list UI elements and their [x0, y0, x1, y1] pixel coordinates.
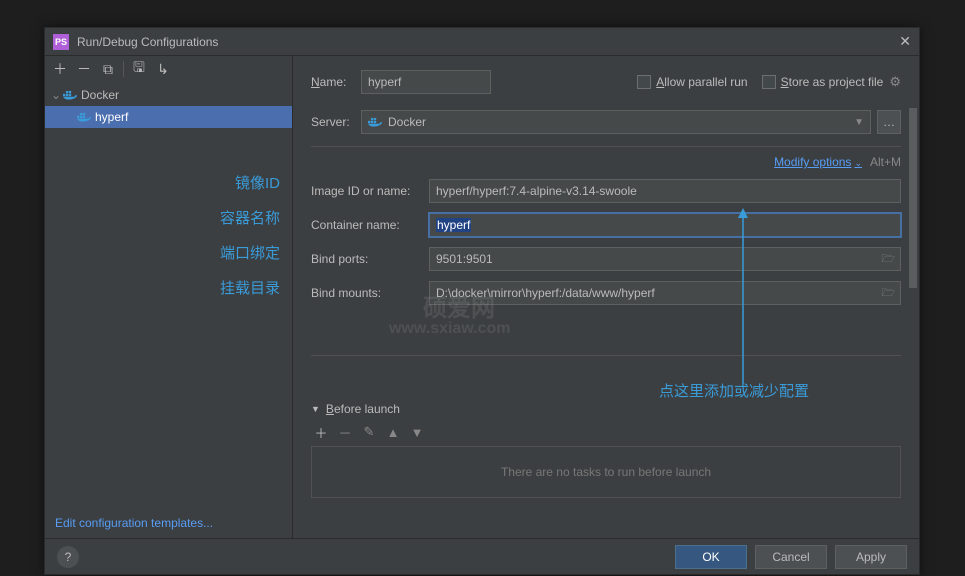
annotations-overlay: 镜像ID 容器名称 端口绑定 挂载目录 [45, 172, 292, 312]
name-input[interactable] [361, 70, 491, 94]
annotation-image-id: 镜像ID [45, 172, 280, 193]
save-config-button[interactable]: 🖫 [128, 58, 150, 80]
allow-parallel-checkbox[interactable]: Allow parallel run [637, 75, 747, 89]
server-value: Docker [388, 115, 426, 129]
ports-label: Bind ports: [311, 252, 429, 266]
close-icon[interactable]: ✕ [899, 33, 911, 50]
remove-config-button[interactable]: － [73, 58, 95, 80]
cancel-button[interactable]: Cancel [755, 545, 827, 569]
shortcut-hint: Alt+M [870, 155, 901, 169]
tree-item-label: hyperf [95, 110, 128, 124]
separator [123, 61, 124, 77]
docker-icon [368, 117, 382, 127]
server-dropdown[interactable]: Docker ▼ [361, 110, 871, 134]
image-label: Image ID or name: [311, 184, 429, 198]
config-tree: ⌄ Docker hyperf [45, 82, 292, 128]
folder-icon[interactable]: 🗁 [881, 284, 895, 303]
mounts-label: Bind mounts: [311, 286, 429, 300]
copy-config-button[interactable]: ⧉ [97, 58, 119, 80]
server-more-button[interactable]: … [877, 110, 901, 134]
folder-icon[interactable]: 🗁 [881, 250, 895, 269]
docker-icon [63, 90, 77, 100]
app-icon: PS [53, 34, 69, 50]
allow-parallel-label: Allow parallel run [656, 75, 747, 89]
mounts-input[interactable] [429, 281, 901, 305]
run-debug-dialog: PS Run/Debug Configurations ✕ ＋ － ⧉ 🖫 ↳ … [44, 27, 920, 575]
server-label: Server: [311, 115, 361, 129]
scrollbar[interactable] [909, 108, 917, 536]
annotation-bind-mounts: 挂载目录 [45, 277, 280, 298]
chevron-down-icon: ⌄ [854, 158, 862, 168]
move-down-button[interactable]: ▼ [407, 422, 427, 442]
remove-task-button[interactable]: － [335, 422, 355, 442]
move-up-button[interactable]: ▲ [383, 422, 403, 442]
move-folder-button[interactable]: ↳ [152, 58, 174, 80]
apply-button[interactable]: Apply [835, 545, 907, 569]
ok-button[interactable]: OK [675, 545, 747, 569]
tree-item-docker[interactable]: ⌄ Docker [45, 84, 292, 106]
dialog-footer: ? OK Cancel Apply [45, 538, 919, 574]
add-config-button[interactable]: ＋ [49, 58, 71, 80]
before-launch-toolbar: ＋ － ✎ ▲ ▼ [311, 420, 901, 444]
before-launch-header[interactable]: ▼ Before launch [311, 402, 901, 416]
watermark-url: www.sxiaw.com [389, 320, 511, 338]
container-label: Container name: [311, 218, 429, 232]
dialog-title: Run/Debug Configurations [77, 35, 899, 49]
image-input[interactable] [429, 179, 901, 203]
store-project-checkbox[interactable]: Store as project file [762, 75, 884, 89]
tree-item-label: Docker [81, 88, 119, 102]
name-label: Name: [311, 75, 361, 89]
config-toolbar: ＋ － ⧉ 🖫 ↳ [45, 56, 292, 82]
scrollbar-thumb[interactable] [909, 108, 917, 288]
separator [311, 355, 901, 356]
gear-icon[interactable]: ⚙ [889, 74, 901, 90]
separator [311, 146, 901, 147]
tree-item-hyperf[interactable]: hyperf [45, 106, 292, 128]
chevron-down-icon: ⌄ [51, 88, 63, 102]
chevron-down-icon: ▼ [854, 117, 864, 128]
main-panel: Name: Allow parallel run Store as projec… [293, 56, 919, 538]
help-button[interactable]: ? [57, 546, 79, 568]
docker-icon [77, 112, 91, 122]
edit-templates-link[interactable]: Edit configuration templates... [55, 516, 213, 530]
edit-task-button[interactable]: ✎ [359, 422, 379, 442]
triangle-down-icon: ▼ [311, 404, 320, 414]
sidebar: ＋ － ⧉ 🖫 ↳ ⌄ Docker hyperf 镜像ID [45, 56, 293, 538]
titlebar: PS Run/Debug Configurations ✕ [45, 28, 919, 56]
modify-options-link[interactable]: Modify options⌄ [774, 155, 862, 169]
annotation-container-name: 容器名称 [45, 207, 280, 228]
store-project-label: Store as project file [781, 75, 884, 89]
container-input[interactable]: hyperf [429, 213, 901, 237]
ports-input[interactable] [429, 247, 901, 271]
annotation-bind-ports: 端口绑定 [45, 242, 280, 263]
before-launch-empty: There are no tasks to run before launch [311, 446, 901, 498]
callout-text: 点这里添加或减少配置 [659, 380, 809, 401]
add-task-button[interactable]: ＋ [311, 422, 331, 442]
